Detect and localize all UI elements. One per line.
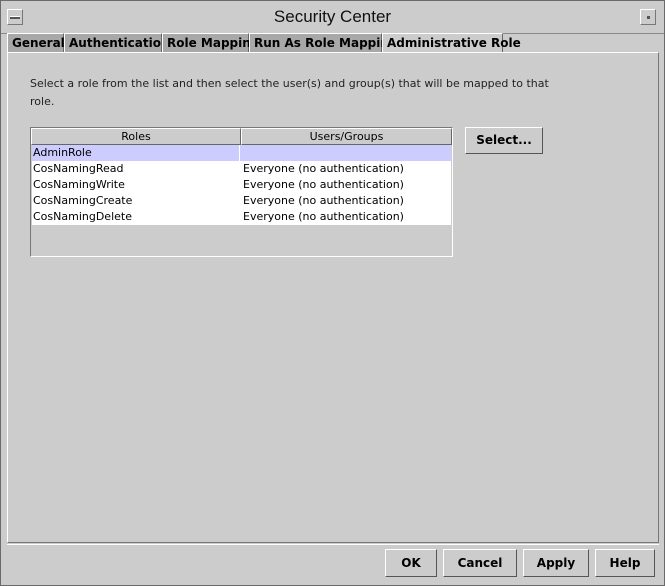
users-cell: Everyone (no authentication) [243, 178, 404, 191]
table-row[interactable]: CosNamingDelete Everyone (no authenticat… [32, 209, 451, 225]
users-cell: Everyone (no authentication) [243, 210, 404, 223]
instruction-text: Select a role from the list and then sel… [30, 77, 549, 108]
security-center-window: Security Center General Authentication R… [0, 0, 665, 586]
administrative-role-panel: Select a role from the list and then sel… [7, 52, 659, 543]
column-header-roles[interactable]: Roles [31, 128, 241, 145]
cancel-button[interactable]: Cancel [443, 549, 517, 577]
users-cell: Everyone (no authentication) [243, 162, 404, 175]
table-row[interactable]: AdminRole [32, 145, 451, 161]
title-bar[interactable]: Security Center [1, 1, 664, 34]
role-cell: CosNamingDelete [33, 210, 132, 223]
role-cell: CosNamingWrite [33, 178, 125, 191]
apply-button[interactable]: Apply [523, 549, 589, 577]
help-button[interactable]: Help [595, 549, 655, 577]
tab-role-mapping[interactable]: Role Mapping [162, 33, 259, 52]
table-row[interactable]: CosNamingCreate Everyone (no authenticat… [32, 193, 451, 209]
role-cell: AdminRole [33, 145, 240, 161]
window-title: Security Center [273, 7, 392, 26]
tab-run-as-role-mapping[interactable]: Run As Role Mapping [249, 33, 398, 52]
table-row[interactable]: CosNamingWrite Everyone (no authenticati… [32, 177, 451, 193]
roles-table[interactable]: Roles Users/Groups AdminRole CosNamingRe… [30, 127, 453, 257]
table-row[interactable]: CosNamingRead Everyone (no authenticatio… [32, 161, 451, 177]
footer-divider [7, 544, 659, 545]
table-header: Roles Users/Groups [31, 128, 452, 145]
users-cell: Everyone (no authentication) [243, 194, 404, 207]
minimize-icon[interactable] [640, 9, 656, 25]
tab-administrative-role[interactable]: Administrative Role [382, 33, 521, 53]
users-cell [243, 145, 449, 161]
role-cell: CosNamingRead [33, 162, 124, 175]
role-cell: CosNamingCreate [33, 194, 133, 207]
select-button[interactable]: Select... [465, 127, 543, 154]
tab-authentication[interactable]: Authentication [64, 33, 170, 52]
column-header-users-groups[interactable]: Users/Groups [241, 128, 452, 145]
ok-button[interactable]: OK [385, 549, 437, 577]
tab-general[interactable]: General [7, 33, 65, 52]
